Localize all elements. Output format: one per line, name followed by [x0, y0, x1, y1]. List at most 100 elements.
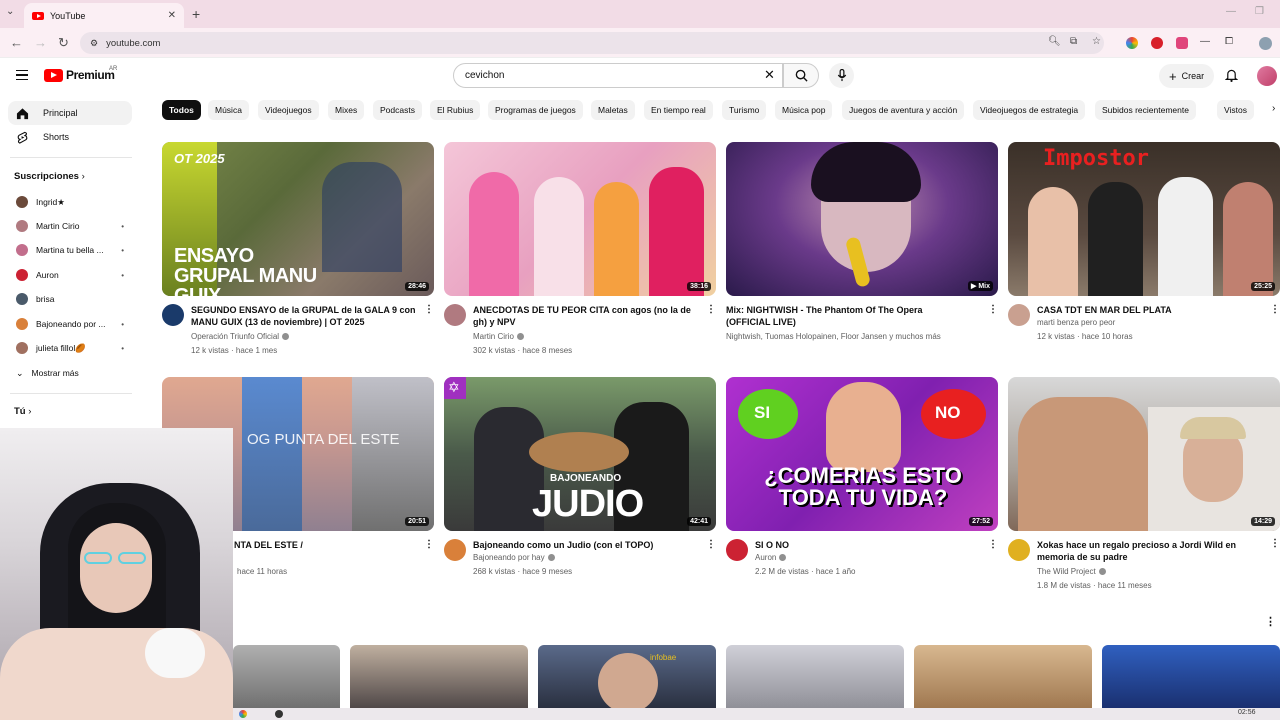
you-section-header[interactable]: Tú › — [14, 406, 31, 417]
youtube-premium-logo[interactable]: Premium — [44, 68, 115, 82]
video-thumbnail[interactable]: Impostor 25:25 — [1008, 142, 1280, 296]
video-thumbnail[interactable] — [233, 645, 340, 708]
more-options-icon[interactable]: ⋮ — [1265, 615, 1276, 628]
channel-avatar[interactable] — [1008, 304, 1030, 326]
search-input[interactable]: cevichon — [453, 63, 783, 88]
channel-name[interactable]: Nightwish, Tuomas Holopainen, Floor Jans… — [726, 332, 976, 341]
sidebar-item-shorts[interactable]: Shorts — [8, 125, 132, 149]
close-tab-icon[interactable]: ✕ — [168, 10, 176, 21]
notifications-bell-icon[interactable] — [1225, 68, 1238, 82]
bookmark-star-icon[interactable]: ☆ — [1092, 36, 1101, 47]
chip[interactable]: Música — [208, 100, 249, 120]
dash-icon[interactable]: — — [1200, 36, 1210, 47]
sidebar-sub-item[interactable]: Martina tu bella ... • — [8, 240, 132, 260]
chip[interactable]: Programas de juegos — [488, 100, 583, 120]
video-thumbnail[interactable]: SI NO ¿COMERIAS ESTO TODA TU VIDA? 27:52 — [726, 377, 998, 531]
profile-icon[interactable] — [1259, 37, 1272, 50]
forward-icon[interactable]: → — [34, 35, 47, 50]
sidebar-item-principal[interactable]: Principal — [8, 101, 132, 125]
video-title[interactable]: Mix: NIGHTWISH - The Phantom Of The Oper… — [726, 304, 954, 328]
subscriptions-header[interactable]: Suscripciones › — [14, 171, 85, 182]
zoom-icon[interactable]: 🔍︎ — [1048, 36, 1061, 47]
video-thumbnail[interactable]: infobae — [538, 645, 716, 708]
channel-name[interactable]: marti benza pero peor — [1037, 318, 1115, 327]
chip[interactable]: Vistos — [1217, 100, 1254, 120]
chip[interactable]: Maletas — [591, 100, 635, 120]
video-thumbnail[interactable] — [914, 645, 1092, 708]
channel-name[interactable]: The Wild Project — [1037, 567, 1106, 576]
chip[interactable]: Juegos de aventura y acción — [842, 100, 965, 120]
video-title[interactable]: Xokas hace un regalo precioso a Jordi Wi… — [1037, 539, 1265, 563]
chip[interactable]: Videojuegos — [258, 100, 319, 120]
video-title[interactable]: SI O NO — [755, 539, 983, 551]
channel-avatar[interactable] — [444, 539, 466, 561]
chrome-taskbar-icon[interactable] — [239, 710, 247, 718]
video-title[interactable]: CASA TDT EN MAR DEL PLATA — [1037, 304, 1265, 316]
channel-name[interactable]: Auron — [755, 553, 787, 562]
more-options-icon[interactable]: ⋮ — [424, 539, 434, 550]
chip[interactable]: En tiempo real — [644, 100, 713, 120]
tab-search-icon[interactable]: ⌄ — [6, 6, 14, 17]
reload-icon[interactable]: ↻ — [58, 35, 69, 51]
minimize-icon[interactable]: — — [1226, 6, 1236, 17]
voice-search-button[interactable] — [829, 63, 854, 88]
omnibox[interactable]: ⚙ youtube.com — [80, 32, 1104, 54]
channel-avatar[interactable] — [444, 304, 466, 326]
video-title[interactable]: SEGUNDO ENSAYO de la GRUPAL de la GALA 9… — [191, 304, 419, 328]
more-options-icon[interactable]: ⋮ — [988, 539, 998, 550]
chip-todos[interactable]: Todos — [162, 100, 201, 120]
video-thumbnail[interactable]: 38:16 — [444, 142, 716, 296]
chip[interactable]: El Rubius — [430, 100, 481, 120]
chip[interactable]: Videojuegos de estrategia — [973, 100, 1086, 120]
maximize-icon[interactable]: ❐ — [1255, 6, 1264, 17]
app-taskbar-icon[interactable] — [275, 710, 283, 718]
video-title[interactable]: Bajoneando como un Judio (con el TOPO) — [473, 539, 701, 551]
new-tab-icon[interactable]: + — [192, 6, 200, 22]
chip[interactable]: Podcasts — [373, 100, 422, 120]
sidebar-sub-item[interactable]: Auron • — [8, 265, 132, 285]
shield-extension-icon[interactable] — [1176, 37, 1188, 49]
video-thumbnail[interactable]: OT 2025 ENSAYO GRUPAL MANU GUIX 28:46 — [162, 142, 434, 296]
channel-avatar[interactable] — [162, 304, 184, 326]
show-more-button[interactable]: ⌄ Mostrar más — [8, 363, 132, 383]
clear-search-icon[interactable]: ✕ — [764, 67, 775, 83]
chip[interactable]: Música pop — [775, 100, 833, 120]
channel-name[interactable]: Martin Cirio — [473, 332, 524, 341]
browser-tab[interactable]: YouTube ✕ — [24, 3, 184, 28]
more-options-icon[interactable]: ⋮ — [706, 539, 716, 550]
video-thumbnail[interactable]: ✡ BAJONEANDO JUDIO 42:41 — [444, 377, 716, 531]
channel-name[interactable]: Bajoneando por hay — [473, 553, 555, 562]
video-thumbnail[interactable]: 14:29 — [1008, 377, 1280, 531]
video-thumbnail[interactable]: ▶ Mix — [726, 142, 998, 296]
chip[interactable]: Mixes — [328, 100, 365, 120]
back-icon[interactable]: ← — [10, 35, 23, 50]
opera-extension-icon[interactable] — [1151, 37, 1163, 49]
create-button[interactable]: + Crear — [1159, 64, 1215, 88]
channel-avatar[interactable] — [1008, 539, 1030, 561]
account-avatar[interactable] — [1257, 66, 1277, 86]
install-app-icon[interactable]: ⧉ — [1070, 36, 1077, 47]
more-options-icon[interactable]: ⋮ — [988, 304, 998, 315]
chip[interactable]: Subidos recientemente — [1095, 100, 1196, 120]
more-options-icon[interactable]: ⋮ — [706, 304, 716, 315]
chevron-right-icon[interactable]: › — [1272, 103, 1275, 114]
site-info-icon[interactable]: ⚙ — [90, 38, 98, 49]
sidebar-sub-item[interactable]: Bajoneando por ... • — [8, 314, 132, 334]
more-options-icon[interactable]: ⋮ — [1270, 538, 1280, 549]
channel-name[interactable]: Operación Triunfo Oficial — [191, 332, 290, 341]
more-options-icon[interactable]: ⋮ — [1270, 304, 1280, 315]
sidebar-sub-item[interactable]: Ingrid★ — [8, 192, 132, 212]
video-title[interactable]: ANECDOTAS DE TU PEOR CITA con agos (no l… — [473, 304, 701, 328]
sidebar-sub-item[interactable]: brisa — [8, 289, 132, 309]
search-button[interactable] — [783, 63, 819, 88]
sidebar-sub-item[interactable]: julieta fillol🏉 • — [8, 338, 132, 358]
chip[interactable]: Turismo — [722, 100, 767, 120]
more-options-icon[interactable]: ⋮ — [424, 304, 434, 315]
channel-avatar[interactable] — [726, 539, 748, 561]
extension-icon[interactable] — [1126, 37, 1138, 49]
video-thumbnail[interactable] — [726, 645, 904, 708]
video-thumbnail[interactable] — [350, 645, 528, 708]
menu-icon[interactable] — [16, 70, 28, 80]
extensions-puzzle-icon[interactable]: ⧠ — [1225, 36, 1233, 47]
sidebar-sub-item[interactable]: Martin Cirio • — [8, 216, 132, 236]
